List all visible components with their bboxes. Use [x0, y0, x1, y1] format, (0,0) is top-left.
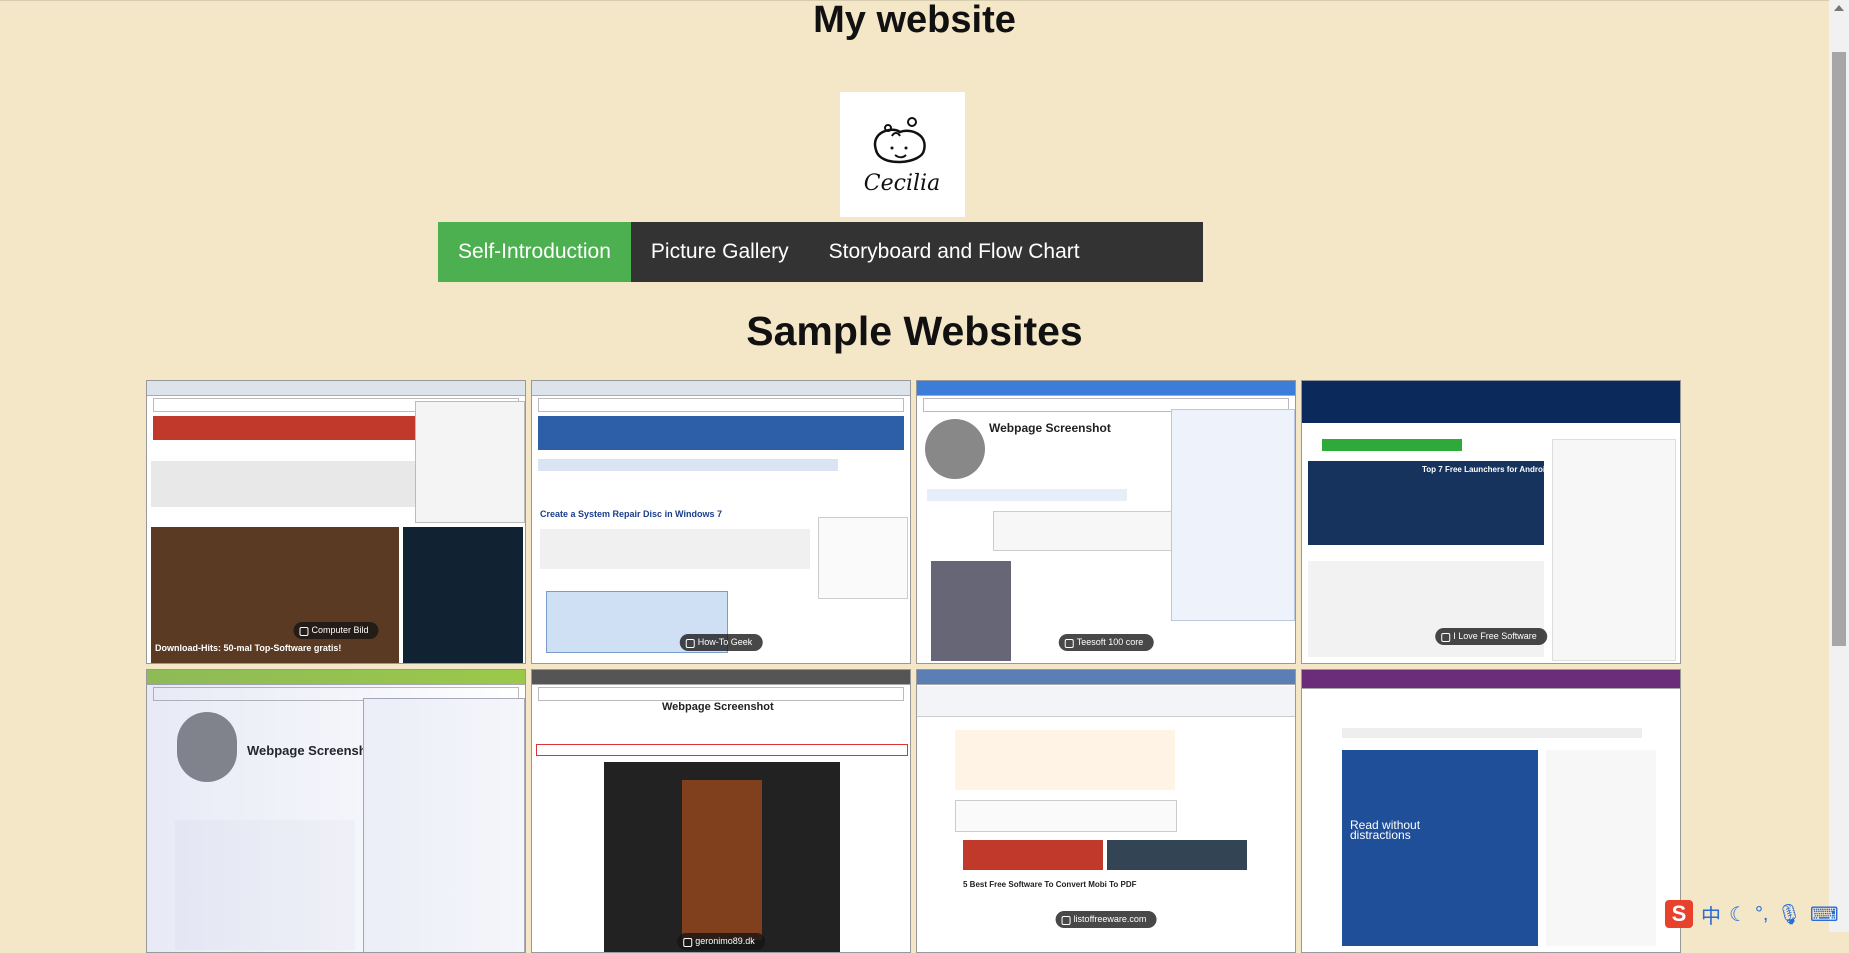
notice-bar — [536, 744, 908, 756]
address-bar — [538, 687, 904, 701]
nav-picture-gallery[interactable]: Picture Gallery — [631, 222, 809, 282]
side-article — [403, 527, 523, 663]
menu-bar — [538, 459, 838, 471]
nav-storyboard-flow-chart[interactable]: Storyboard and Flow Chart — [809, 222, 1100, 282]
email-widget — [818, 517, 908, 599]
captured-content — [682, 780, 762, 940]
thumb-heading: Webpage Screenshot — [247, 743, 379, 758]
address-bar — [538, 398, 904, 412]
browser-tab-bar — [532, 381, 910, 396]
browser-tab-bar — [917, 381, 1295, 396]
extension-popup — [415, 401, 525, 523]
extension-popup — [1171, 409, 1295, 621]
gallery-thumbnail[interactable]: Webpage Screenshot — [146, 669, 526, 953]
nav-self-introduction[interactable]: Self-Introduction — [438, 222, 631, 282]
logo-signature: Cecilia — [864, 171, 940, 196]
ime-logo[interactable]: S — [1665, 900, 1693, 928]
ime-language[interactable]: 中 — [1701, 900, 1721, 929]
gallery-thumbnail[interactable]: Create a System Repair Disc in Windows 7… — [531, 380, 911, 664]
paint-toolbar — [917, 686, 1295, 717]
ime-toolbar[interactable]: S 中 ☾ °, 🎙 ⌨ — [1665, 898, 1839, 930]
chrome-ad — [955, 800, 1177, 832]
site-header — [538, 416, 904, 450]
browser-tab-bar — [1302, 670, 1680, 689]
thumb-heading: Read without distractions — [1350, 818, 1421, 842]
scroll-thumb[interactable] — [1832, 52, 1846, 646]
camera-image — [177, 712, 237, 782]
thumb-caption: I Love Free Software — [1435, 628, 1547, 645]
clone-drive-image — [1107, 840, 1247, 870]
gallery-thumbnail[interactable]: Top 7 Free Launchers for Android I Love … — [1301, 380, 1681, 664]
browser-tab-bar — [917, 670, 1295, 685]
gallery-thumbnail[interactable]: Download-Hits: 50-mal Top-Software grati… — [146, 380, 526, 664]
person-image — [931, 561, 1011, 661]
camera-image — [925, 419, 985, 479]
article-text — [540, 529, 810, 569]
image-strip — [151, 461, 419, 507]
thumb-heading: Download-Hits: 50-mal Top-Software grati… — [155, 643, 342, 653]
sample-websites-gallery: Download-Hits: 50-mal Top-Software grati… — [146, 380, 1681, 953]
gallery-thumbnail[interactable]: 5 Best Free Software To Convert Mobi To … — [916, 669, 1296, 953]
article-text — [175, 820, 355, 950]
weather-widget — [1546, 750, 1656, 946]
gallery-thumbnail[interactable]: Webpage Screenshot geronimo89.dk — [531, 669, 911, 953]
browser-tab-bar — [532, 670, 910, 685]
download-button — [1322, 439, 1462, 451]
thumb-heading: Webpage Screenshot — [989, 421, 1111, 435]
punctuation-icon[interactable]: °, — [1755, 903, 1769, 926]
news-nav — [1342, 728, 1642, 738]
gallery-thumbnail[interactable]: Webpage Screenshot Teesoft 100 core — [916, 380, 1296, 664]
thumb-caption: How-To Geek — [679, 634, 763, 651]
section-title: Sample Websites — [746, 308, 1083, 354]
scroll-up-arrow-icon[interactable] — [1834, 5, 1844, 11]
ad-banner — [993, 511, 1175, 551]
extension-popup — [363, 698, 525, 952]
tablet-image — [1342, 750, 1538, 946]
logo-drawing: Cecilia — [864, 117, 940, 196]
mobi-pdf-image — [963, 840, 1103, 870]
thumb-heading: Top 7 Free Launchers for Android — [1422, 465, 1551, 474]
browser-tab-bar — [147, 670, 525, 685]
microphone-icon[interactable]: 🎙 — [1777, 902, 1802, 927]
thumb-caption: Computer Bild — [293, 622, 379, 639]
menu-bar — [927, 489, 1127, 501]
site-title: My website — [813, 0, 1016, 41]
site-header — [1302, 381, 1680, 423]
vertical-scrollbar[interactable] — [1829, 0, 1849, 932]
gallery-thumbnail[interactable]: Read without distractions — [1301, 669, 1681, 953]
thumb-caption: geronimo89.dk — [677, 933, 765, 950]
keyboard-icon[interactable]: ⌨ — [1810, 902, 1839, 927]
thumb-caption: Teesoft 100 core — [1058, 634, 1154, 651]
site-logo[interactable]: Cecilia — [840, 92, 965, 217]
thumb-caption: listoffreeware.com — [1055, 911, 1157, 928]
sidebar-posts — [1552, 439, 1676, 661]
logo-area — [955, 730, 1175, 790]
thumb-heading: 5 Best Free Software To Convert Mobi To … — [963, 880, 1137, 889]
thumb-heading: Create a System Repair Disc in Windows 7 — [540, 509, 722, 519]
thumb-heading: Webpage Screenshot — [662, 701, 774, 713]
browser-tab-bar — [147, 381, 525, 396]
main-nav: Self-Introduction Picture Gallery Storyb… — [438, 222, 1203, 282]
moon-icon[interactable]: ☾ — [1729, 902, 1747, 927]
